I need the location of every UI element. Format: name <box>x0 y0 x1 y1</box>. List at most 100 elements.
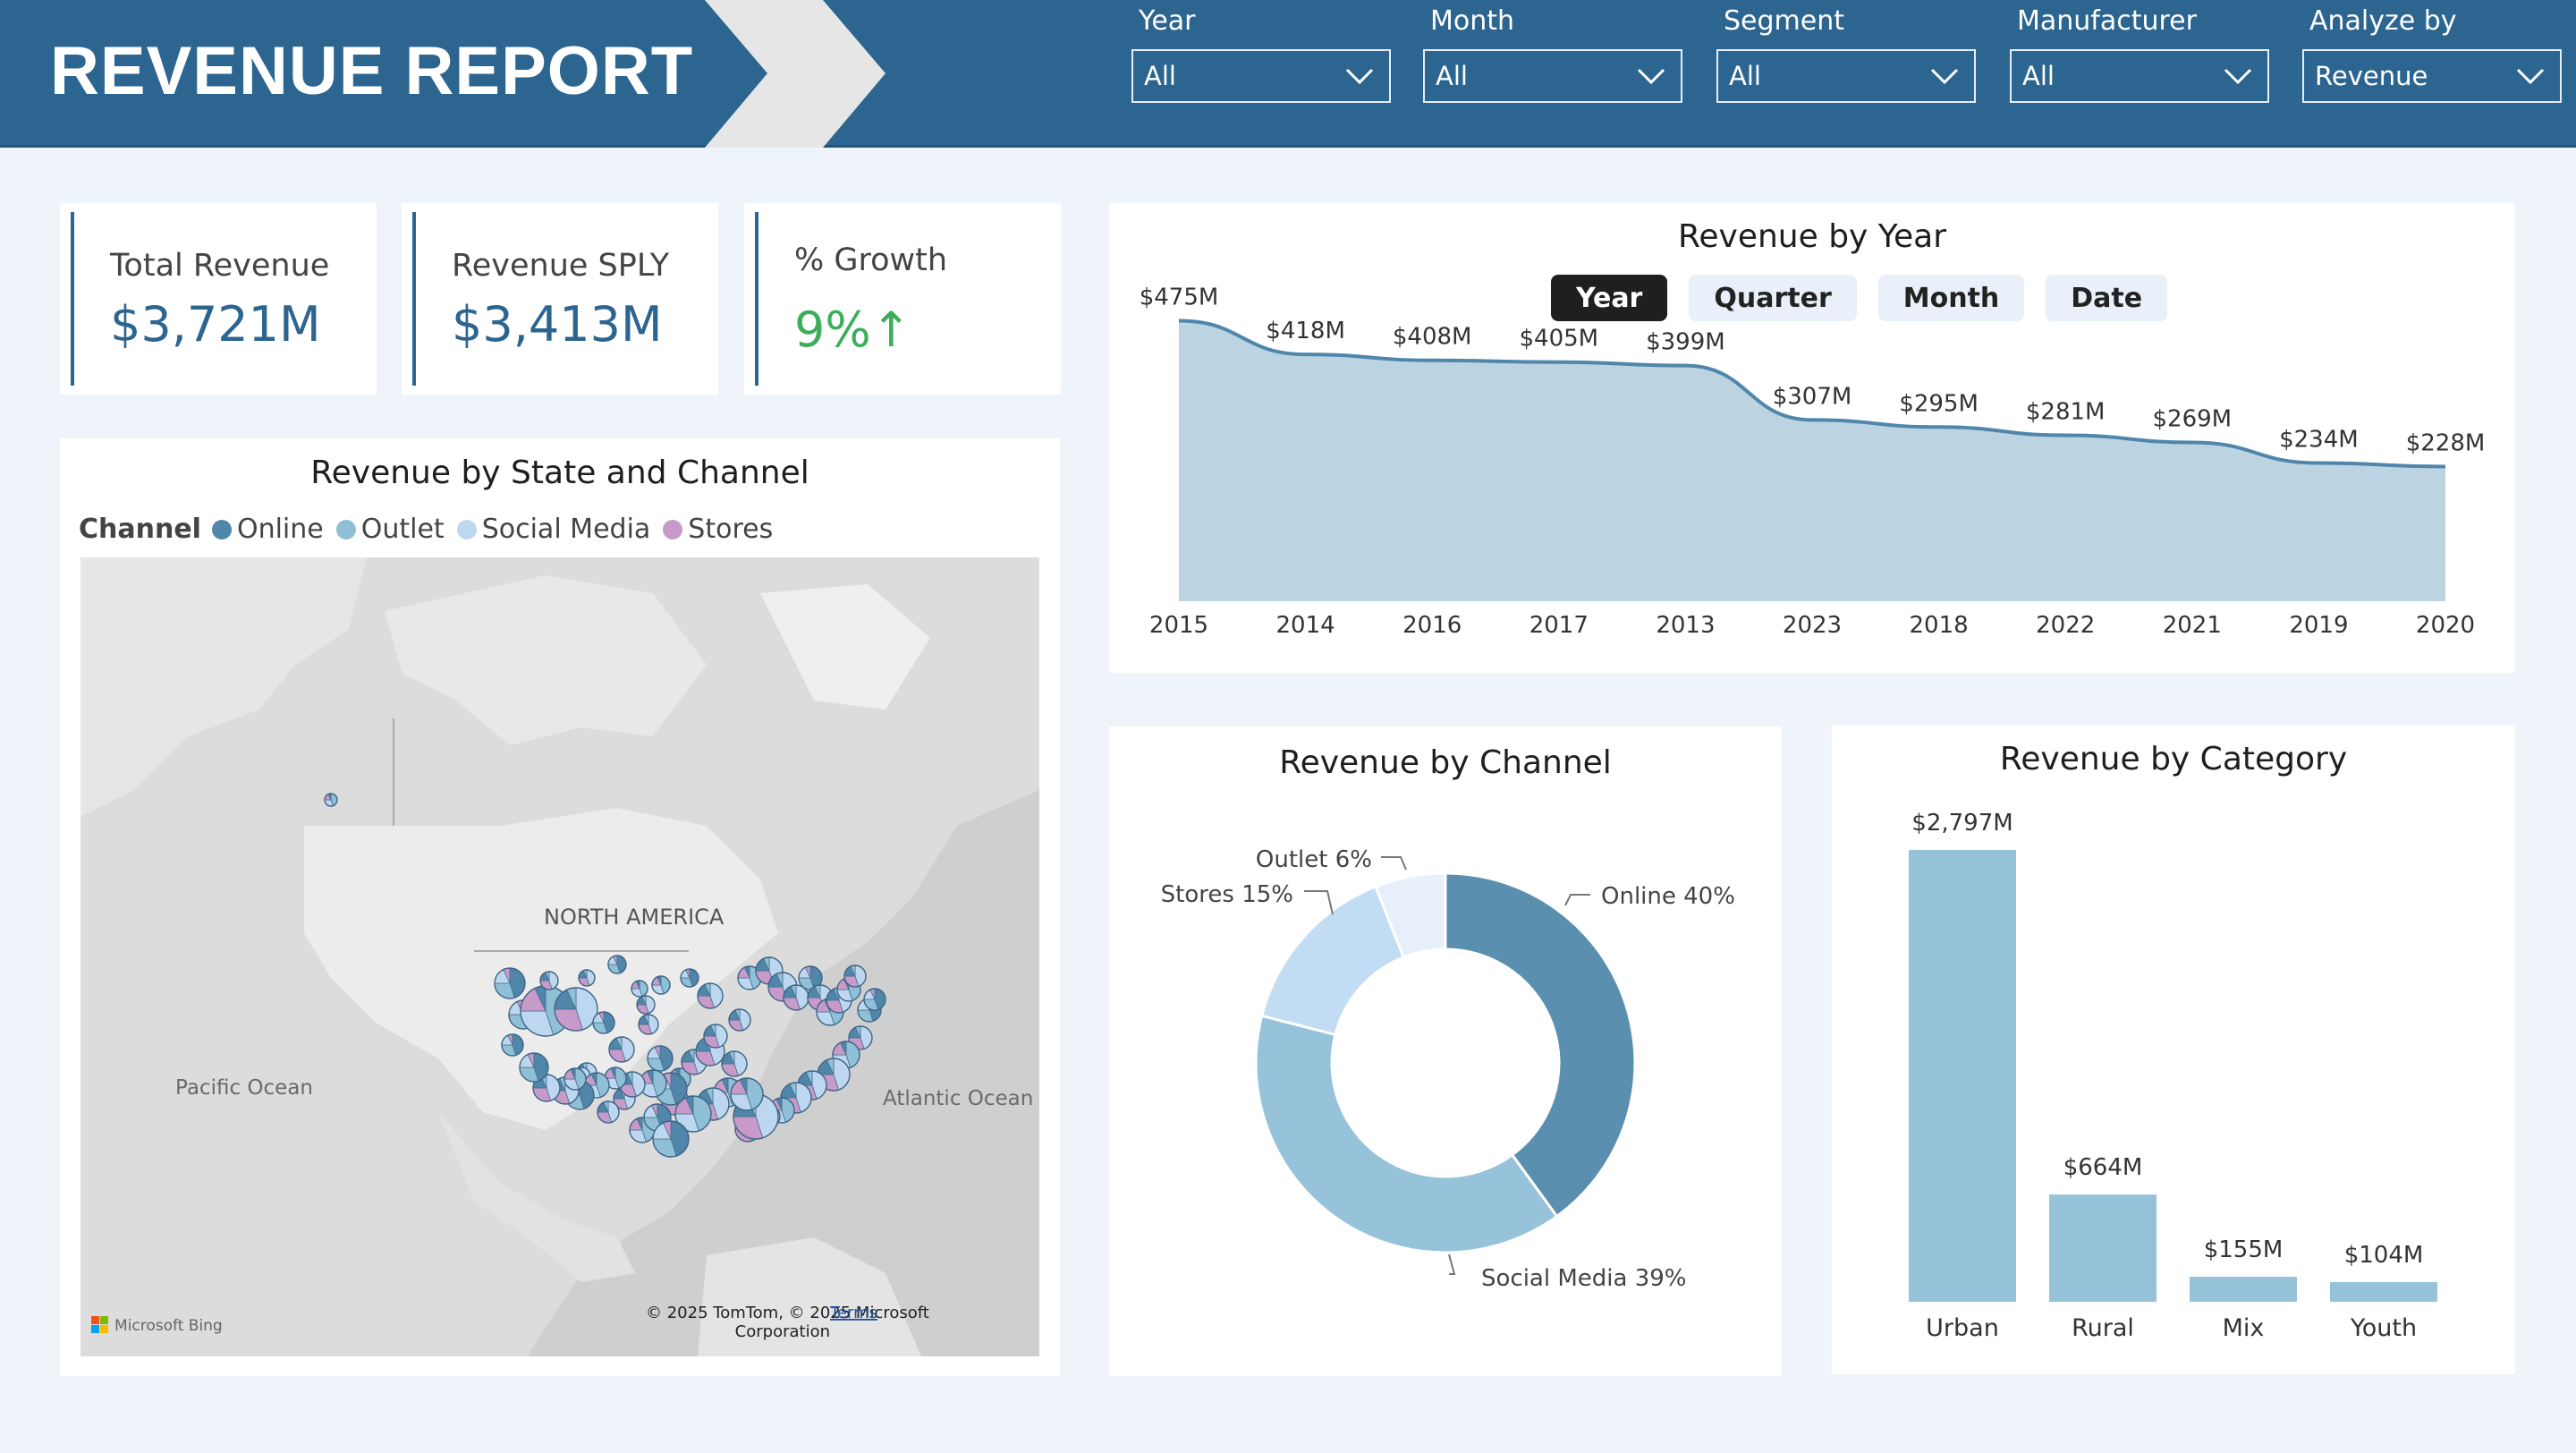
filter-analyze-by-label: Analyze by <box>2309 5 2457 37</box>
data-label: $295M <box>1899 390 1979 417</box>
slice-label: Outlet 6% <box>1256 846 1372 873</box>
category-bar[interactable] <box>2049 1194 2157 1302</box>
state-bubble[interactable] <box>592 1011 615 1034</box>
leader-line <box>1448 1253 1456 1275</box>
filter-manufacturer-label: Manufacturer <box>2017 5 2197 37</box>
category-bar[interactable] <box>2190 1277 2297 1302</box>
x-tick-label: 2021 <box>2163 612 2222 639</box>
data-label: $475M <box>1140 285 1219 311</box>
state-bubble[interactable] <box>721 1050 748 1077</box>
map-title: Revenue by State and Channel <box>310 455 809 491</box>
year-dropdown[interactable]: All <box>1131 49 1391 103</box>
map-terms-link[interactable]: Terms <box>829 1304 877 1322</box>
state-bubble[interactable] <box>697 982 724 1009</box>
state-bubble[interactable] <box>578 969 596 987</box>
filter-month: Month All <box>1423 5 1682 103</box>
ocean-label-atlantic: Atlantic Ocean <box>883 1087 1033 1110</box>
x-tick-label: 2016 <box>1402 612 1462 639</box>
filter-year-label: Year <box>1139 5 1196 37</box>
analyze-by-dropdown-value: Revenue <box>2315 61 2428 91</box>
month-dropdown-value: All <box>1436 61 1468 91</box>
state-bubble[interactable] <box>539 971 559 990</box>
state-bubble[interactable] <box>703 1024 728 1049</box>
data-label: $155M <box>2204 1236 2284 1263</box>
state-bubble[interactable] <box>607 955 627 974</box>
data-label: $399M <box>1646 329 1725 356</box>
month-dropdown[interactable]: All <box>1423 49 1682 103</box>
donut-slice[interactable] <box>1254 1014 1559 1254</box>
state-bubble[interactable] <box>680 968 699 988</box>
kpi-value: 9%↑ <box>794 302 911 358</box>
state-bubble[interactable] <box>597 1100 620 1124</box>
chevron-down-icon <box>2516 68 2545 85</box>
filter-year: Year All <box>1131 5 1391 103</box>
filter-analyze-by: Analyze by Revenue <box>2302 5 2562 103</box>
state-bubble[interactable] <box>728 1008 751 1032</box>
x-tick-label: 2020 <box>2416 612 2475 639</box>
kpi-growth: % Growth 9%↑ <box>744 203 1061 395</box>
legend-label: Stores <box>688 514 774 545</box>
chevron-down-icon <box>1930 68 1959 85</box>
leader-line <box>1381 856 1407 871</box>
state-bubble[interactable] <box>636 995 656 1015</box>
donut-slice[interactable] <box>1444 871 1637 1219</box>
data-label: $234M <box>2279 427 2359 454</box>
legend-title: Channel <box>79 514 201 545</box>
state-bubble[interactable] <box>863 988 886 1011</box>
data-label: $408M <box>1393 324 1472 351</box>
state-bubble[interactable] <box>631 980 648 998</box>
state-bubble[interactable] <box>564 1067 587 1091</box>
kpi-accent-bar <box>412 212 416 386</box>
chevron-decoration <box>705 0 886 148</box>
report-header: REVENUE REPORT Year All Month All Segmen… <box>0 0 2576 148</box>
analyze-by-dropdown[interactable]: Revenue <box>2302 49 2562 103</box>
state-bubble[interactable] <box>647 1045 674 1072</box>
legend-item-online[interactable]: Online <box>211 514 324 545</box>
state-bubble[interactable] <box>651 975 671 995</box>
filter-month-label: Month <box>1430 5 1515 37</box>
kpi-accent-bar <box>755 212 758 386</box>
legend-dot <box>211 519 232 540</box>
segment-dropdown[interactable]: All <box>1716 49 1976 103</box>
data-label: $405M <box>1519 326 1598 353</box>
year-area-chart[interactable]: $475M 2015 $418M 2014 $408M 2016 $405M 2017 $399… <box>1109 203 2515 673</box>
filter-manufacturer: Manufacturer All <box>2010 5 2269 103</box>
map-provider: Microsoft Bing <box>114 1317 223 1335</box>
manufacturer-dropdown[interactable]: All <box>2010 49 2269 103</box>
state-bubble[interactable] <box>652 1120 690 1158</box>
donut-slice[interactable] <box>1259 884 1406 1037</box>
state-bubble[interactable] <box>501 1033 524 1057</box>
state-bubble[interactable] <box>494 967 526 999</box>
data-label: $281M <box>2026 399 2106 426</box>
state-bubble[interactable] <box>730 1077 764 1111</box>
legend-item-social-media[interactable]: Social Media <box>456 514 651 545</box>
x-tick-label: 2019 <box>2289 612 2348 639</box>
state-bubble[interactable] <box>608 1036 635 1063</box>
legend-item-outlet[interactable]: Outlet <box>335 514 445 545</box>
category-bar[interactable] <box>2330 1282 2437 1302</box>
data-label: $104M <box>2344 1242 2424 1269</box>
slice-label: Social Media 39% <box>1481 1265 1687 1292</box>
category-bar[interactable] <box>1909 850 2016 1302</box>
state-bubble[interactable] <box>519 1052 549 1083</box>
map-canvas[interactable]: NORTH AMERICA Pacific Ocean Atlantic Oce… <box>80 557 1039 1356</box>
kpi-label: Total Revenue <box>110 248 330 284</box>
state-bubble[interactable] <box>554 987 598 1032</box>
state-bubble[interactable] <box>843 964 867 988</box>
legend-dot <box>335 519 356 540</box>
channel-donut-chart[interactable]: Online 40% Social Media 39% Stores 15% Outl… <box>1109 726 1782 1376</box>
state-bubble[interactable] <box>324 793 338 807</box>
x-tick-label: Youth <box>2350 1314 2417 1342</box>
leader-line <box>1564 894 1590 906</box>
continent-label: NORTH AMERICA <box>544 905 724 930</box>
legend-label: Social Media <box>481 514 651 545</box>
category-bar-chart[interactable]: $2,797M Urban $664M Rural $155M Mix $104M Youth <box>1832 725 2515 1374</box>
x-tick-label: Rural <box>2072 1314 2134 1342</box>
state-bubble[interactable] <box>638 1014 659 1035</box>
legend-label: Outlet <box>360 514 445 545</box>
x-tick-label: 2013 <box>1656 612 1715 639</box>
legend-item-stores[interactable]: Stores <box>663 514 773 545</box>
data-label: $269M <box>2152 405 2232 432</box>
kpi-value: $3,721M <box>110 296 321 353</box>
x-tick-label: 2017 <box>1530 612 1589 639</box>
